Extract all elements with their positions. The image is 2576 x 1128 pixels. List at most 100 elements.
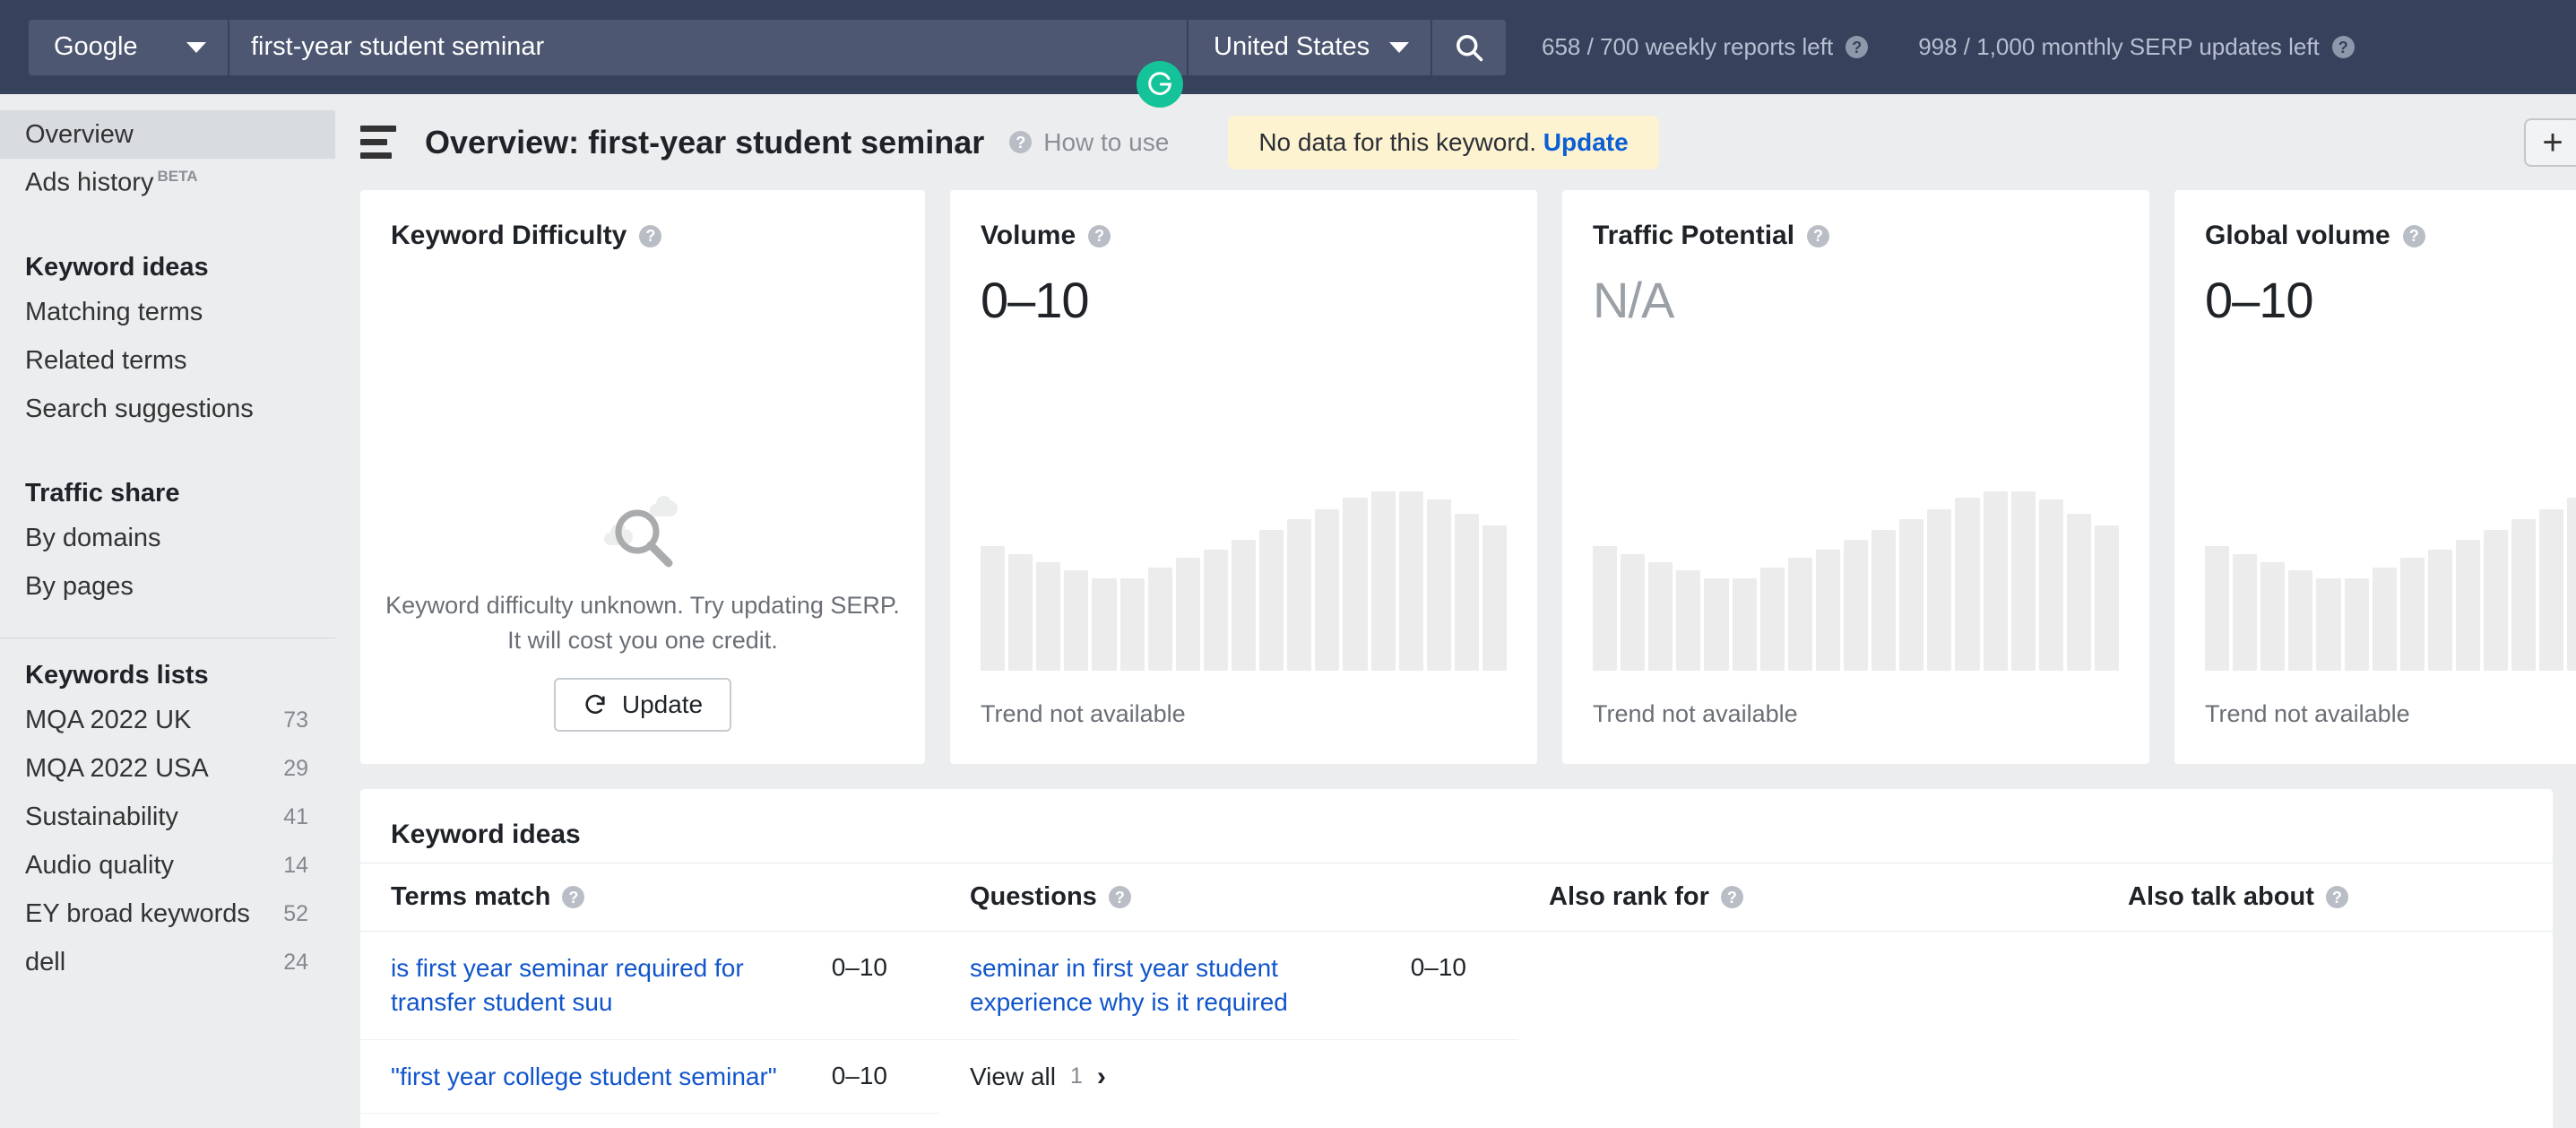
sparkline-bar [2484, 529, 2509, 671]
beta-badge: BETA [157, 168, 198, 186]
sidebar-list-dell[interactable]: dell 24 [0, 938, 335, 986]
sidebar-item-matching-terms[interactable]: Matching terms [0, 288, 335, 336]
question-mark-icon[interactable]: ? [2325, 886, 2348, 908]
how-to-use-link[interactable]: ? How to use [1009, 128, 1169, 157]
grammarly-g-icon [1148, 72, 1171, 95]
sparkline-bar [2372, 568, 2397, 671]
sparkline-bar [2427, 550, 2452, 671]
sidebar-item-related-terms[interactable]: Related terms [0, 336, 335, 385]
sidebar-item-count: 29 [283, 755, 308, 781]
also-talk-about-column: Also talk about ? [2097, 863, 2553, 1128]
question-mark-icon[interactable]: ? [1088, 224, 1111, 247]
sidebar-list-mqa-2022-uk[interactable]: MQA 2022 UK 73 [0, 696, 335, 744]
no-data-banner: No data for this keyword. Update [1228, 115, 1659, 169]
sparkline-bar [1871, 529, 1897, 671]
sidebar-item-by-pages[interactable]: By pages [0, 562, 335, 611]
sidebar-item-ads-history[interactable]: Ads history BETA [0, 159, 335, 207]
sidebar-item-overview[interactable]: Overview [0, 110, 335, 159]
keyword-difficulty-update-button[interactable]: Update [553, 678, 732, 732]
empty-message-line1: Keyword difficulty unknown. Try updating… [385, 591, 900, 619]
keyword-link[interactable]: "first year college student seminar" [391, 1060, 777, 1094]
grammarly-badge[interactable] [1137, 61, 1183, 108]
country-label: United States [1214, 32, 1370, 61]
sparkline-bar [1036, 561, 1061, 671]
search-group: Google United States [29, 19, 1506, 75]
sparkline-bar [981, 545, 1006, 671]
sidebar-list-mqa-2022-usa[interactable]: MQA 2022 USA 29 [0, 744, 335, 793]
sparkline-bar [1927, 509, 1952, 671]
metric-cards-row: Keyword Difficulty ? Keyword difficulty … [335, 190, 2576, 764]
keyword-ideas-title: Keyword ideas [391, 820, 581, 849]
terms-match-header-label: Terms match [391, 882, 551, 911]
question-mark-icon[interactable]: ? [1807, 224, 1830, 247]
sidebar-item-label: Audio quality [25, 850, 175, 880]
sparkline-bar [2205, 545, 2230, 671]
table-row[interactable]: seminar in first year student experience… [939, 932, 1518, 1040]
question-mark-icon[interactable]: ? [639, 224, 662, 247]
sparkline-bar [1732, 577, 1757, 671]
keyword-input[interactable] [229, 19, 1187, 75]
question-mark-icon[interactable]: ? [562, 886, 585, 908]
keyword-link[interactable]: seminar in first year student experience… [970, 951, 1382, 1020]
table-row[interactable]: bu first year student seminar 0–10 [360, 1114, 939, 1128]
sparkline-bar [1676, 569, 1701, 671]
keyword-link[interactable]: is first year seminar required for trans… [391, 951, 803, 1020]
sparkline-bar [2399, 558, 2425, 671]
table-row[interactable]: "first year college student seminar" 0–1… [360, 1040, 939, 1115]
page-header: Overview: first-year student seminar ? H… [335, 94, 2576, 190]
search-button[interactable] [1431, 19, 1506, 75]
sidebar-item-label: dell [25, 947, 66, 976]
weekly-reports-text: 658 / 700 weekly reports left [1542, 33, 1834, 60]
traffic-potential-card: Traffic Potential ? N/A Trend not availa… [1562, 190, 2149, 764]
add-button[interactable]: + [2524, 118, 2576, 167]
sparkline-bar [1231, 539, 1257, 671]
no-data-banner-text: No data for this keyword. [1258, 127, 1537, 156]
column-header: Also talk about ? [2097, 863, 2553, 932]
monthly-serp-text: 998 / 1,000 monthly SERP updates left [1918, 33, 2320, 60]
sidebar-item-label: MQA 2022 UK [25, 705, 192, 734]
question-mark-icon[interactable]: ? [2331, 36, 2355, 58]
banner-update-link[interactable]: Update [1543, 128, 1629, 156]
traffic-potential-value: N/A [1593, 272, 1674, 328]
question-mark-icon[interactable]: ? [1108, 886, 1131, 908]
chevron-right-icon: › [1096, 1061, 1106, 1091]
sidebar-group-traffic-share: Traffic share [25, 479, 180, 508]
sparkline-bar [2316, 577, 2341, 671]
global-volume-sparkline [2205, 491, 2576, 671]
sidebar-item-count: 41 [283, 803, 308, 829]
question-mark-icon[interactable]: ? [2402, 224, 2425, 247]
volume-value: 0–10 [981, 272, 1090, 328]
refresh-icon [585, 694, 605, 714]
terms-match-column: Terms match ? is first year seminar requ… [360, 863, 939, 1128]
sidebar-item-by-domains[interactable]: By domains [0, 514, 335, 562]
hamburger-icon[interactable] [360, 126, 396, 159]
sidebar-item-count: 14 [283, 852, 308, 878]
traffic-potential-trend-label: Trend not available [1593, 700, 1798, 727]
sparkline-bar [1704, 577, 1729, 671]
question-mark-icon[interactable]: ? [1720, 886, 1743, 908]
search-engine-label: Google [54, 32, 138, 61]
sidebar-list-ey-broad-keywords[interactable]: EY broad keywords 52 [0, 889, 335, 938]
sparkline-bar [1815, 550, 1840, 671]
column-header: Terms match ? [360, 863, 939, 932]
question-mark-icon[interactable]: ? [1846, 36, 1869, 58]
keyword-difficulty-empty-message: Keyword difficulty unknown. Try updating… [385, 588, 900, 658]
sparkline-bar [1370, 491, 1396, 671]
search-engine-select[interactable]: Google [29, 19, 229, 75]
how-to-use-label: How to use [1043, 127, 1170, 156]
country-select[interactable]: United States [1187, 19, 1431, 75]
sidebar-item-label: Ads history [25, 168, 154, 197]
sparkline-bar [2288, 569, 2313, 671]
sidebar-item-label: Overview [25, 119, 134, 149]
sidebar-list-sustainability[interactable]: Sustainability 41 [0, 793, 335, 841]
page-title: Overview: first-year student seminar [425, 123, 985, 161]
sidebar-item-label: MQA 2022 USA [25, 753, 209, 783]
traffic-potential-sparkline [1593, 491, 2120, 671]
questions-view-all-link[interactable]: View all 1 › [939, 1040, 1518, 1092]
sparkline-bar [2233, 553, 2258, 671]
sidebar-item-search-suggestions[interactable]: Search suggestions [0, 385, 335, 433]
column-header: Also rank for ? [1518, 863, 2097, 932]
table-row[interactable]: is first year seminar required for trans… [360, 932, 939, 1040]
sidebar-list-audio-quality[interactable]: Audio quality 14 [0, 841, 335, 889]
card-title: Keyword Difficulty ? [391, 221, 895, 251]
